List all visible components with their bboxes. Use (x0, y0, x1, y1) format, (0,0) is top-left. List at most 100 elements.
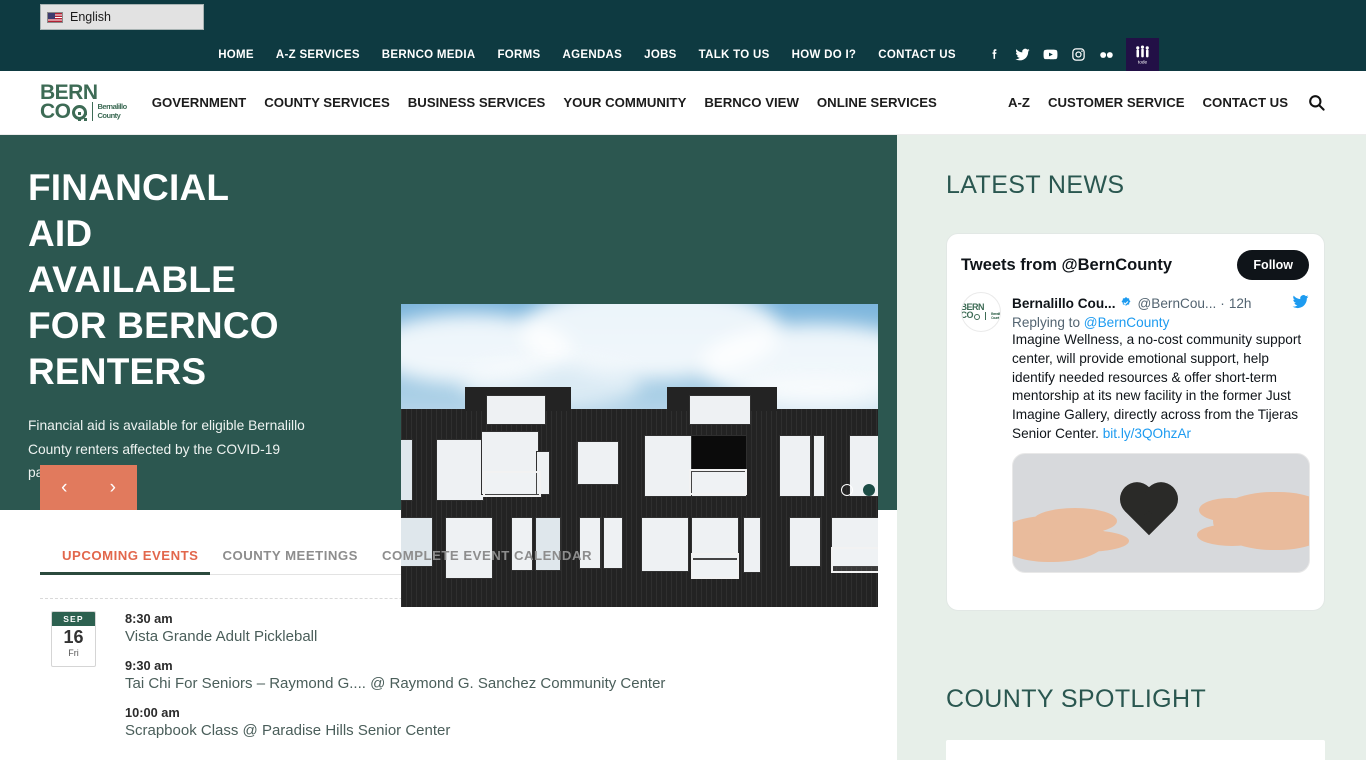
language-label: English (70, 10, 111, 24)
tweet-replying-prefix: Replying to (1012, 315, 1084, 330)
county-spotlight-card[interactable] (946, 740, 1325, 768)
event-title[interactable]: Vista Grande Adult Pickleball (125, 628, 665, 645)
bernco-logo[interactable]: BERN CO Bernalillo County (40, 83, 128, 123)
sidebar: LATEST NEWS Tweets from @BernCounty Foll… (897, 135, 1366, 768)
top-nav-bernco-media[interactable]: BERNCO MEDIA (371, 48, 487, 62)
tweet-author-line: Bernalillo Cou... @BernCou... · 12h (1012, 292, 1310, 314)
main-content-column: FINANCIAL AID AVAILABLE FOR BERNCO RENTE… (0, 135, 897, 760)
county-spotlight-section: COUNTY SPOTLIGHT (946, 685, 1325, 768)
logo-subtext: Bernalillo County (91, 101, 128, 121)
nav-bernco-view[interactable]: BERNCO VIEW (695, 95, 808, 110)
logo-text: BERN CO Bernalillo County (40, 83, 128, 123)
avatar-seal-icon (974, 313, 981, 320)
tweet-reply-line: Replying to @BernCounty (1012, 315, 1310, 330)
hero-title-line-4: FOR BERNCO (28, 304, 279, 346)
hero-title-line-2: AID (28, 212, 93, 254)
heart-icon (1125, 486, 1174, 535)
nav-government[interactable]: GOVERNMENT (143, 95, 256, 110)
flickr-icon[interactable] (1093, 41, 1121, 69)
top-nav-forms[interactable]: FORMS (486, 48, 551, 62)
tab-county-meetings[interactable]: COUNTY MEETINGS (210, 548, 369, 574)
hero-text-block: FINANCIAL AID AVAILABLE FOR BERNCO RENTE… (0, 165, 360, 510)
top-nav-agendas[interactable]: AGENDAS (552, 48, 634, 62)
tweet-separator: · (1220, 295, 1225, 311)
search-icon[interactable] (1307, 93, 1326, 112)
county-seal-icon (71, 104, 87, 120)
building-graphic (401, 387, 878, 607)
top-nav-contact-us[interactable]: CONTACT US (867, 48, 967, 62)
tweet: BERN CO Bernalillo County Bernalillo Cou… (947, 292, 1324, 573)
nav-county-services[interactable]: COUNTY SERVICES (255, 95, 399, 110)
event-time: 8:30 am (125, 611, 173, 626)
twitter-icon[interactable] (1009, 41, 1037, 69)
carousel-next-button[interactable]: › (89, 465, 138, 510)
tweet-body: Imagine Wellness, a no-cost community su… (1012, 331, 1310, 444)
carousel-dots (841, 484, 875, 496)
social-links: tode (981, 38, 1159, 71)
primary-nav: GOVERNMENT COUNTY SERVICES BUSINESS SERV… (143, 95, 946, 110)
avatar-logo-line-2: CO (961, 309, 974, 320)
nav-your-community[interactable]: YOUR COMMUNITY (554, 95, 695, 110)
language-selector[interactable]: English (40, 4, 204, 30)
hero-title: FINANCIAL AID AVAILABLE FOR BERNCO RENTE… (28, 165, 340, 394)
event-date-weekday: Fri (68, 647, 79, 658)
tab-upcoming-events[interactable]: UPCOMING EVENTS (40, 548, 211, 575)
avatar: BERN CO Bernalillo County (961, 292, 1001, 332)
logo-sub-2: County (97, 111, 121, 121)
event-items: 8:30 am Vista Grande Adult Pickleball 9:… (125, 611, 665, 752)
hero-title-line-5: RENTERS (28, 350, 207, 392)
verified-badge-icon (1119, 296, 1133, 310)
top-nav-how-do-i[interactable]: HOW DO I? (781, 48, 868, 62)
event-date-day: 16 (63, 627, 84, 647)
hero-title-line-3: AVAILABLE (28, 258, 237, 300)
nextdoor-icon[interactable]: tode (1125, 38, 1159, 71)
tweet-media-image[interactable] (1012, 452, 1310, 573)
logo-line-2: CO (40, 99, 71, 123)
carousel-controls: ‹ › (40, 465, 137, 510)
tweet-handle[interactable]: @BernCou... (1137, 296, 1216, 311)
instagram-icon[interactable] (1065, 41, 1093, 69)
twitter-bird-icon[interactable] (1291, 292, 1310, 314)
nav-a-z[interactable]: A-Z (999, 95, 1039, 110)
events-list: SEP 16 Fri 8:30 am Vista Grande Adult Pi… (40, 598, 857, 752)
hero-carousel: FINANCIAL AID AVAILABLE FOR BERNCO RENTE… (0, 135, 897, 607)
event-date-badge: SEP 16 Fri (51, 611, 96, 667)
event-title[interactable]: Scrapbook Class @ Paradise Hills Senior … (125, 722, 665, 739)
tweet-timestamp: 12h (1228, 295, 1252, 311)
list-item: 8:30 am Vista Grande Adult Pickleball (125, 611, 665, 645)
facebook-icon[interactable] (981, 41, 1009, 69)
tweet-display-name[interactable]: Bernalillo Cou... (1012, 296, 1115, 311)
youtube-icon[interactable] (1037, 41, 1065, 69)
svg-text:tode: tode (1138, 59, 1148, 65)
top-nav-a-z-services[interactable]: A-Z SERVICES (265, 48, 371, 62)
event-date-month: SEP (52, 612, 95, 626)
event-title[interactable]: Tai Chi For Seniors – Raymond G.... @ Ra… (125, 675, 665, 692)
tweet-link[interactable]: bit.ly/3QOhzAr (1103, 426, 1191, 441)
event-time: 9:30 am (125, 658, 173, 673)
follow-button[interactable]: Follow (1237, 250, 1309, 280)
page-body: FINANCIAL AID AVAILABLE FOR BERNCO RENTE… (0, 135, 1366, 768)
hero-title-line-1: FINANCIAL (28, 167, 230, 208)
nav-customer-service[interactable]: CUSTOMER SERVICE (1039, 95, 1194, 110)
nav-business-services[interactable]: BUSINESS SERVICES (399, 95, 555, 110)
top-nav-jobs[interactable]: JOBS (633, 48, 688, 62)
list-item: 10:00 am Scrapbook Class @ Paradise Hill… (125, 705, 665, 739)
us-flag-icon (47, 11, 63, 23)
carousel-dot-1[interactable] (841, 484, 853, 496)
top-nav-talk-to-us[interactable]: TALK TO US (688, 48, 781, 62)
twitter-widget-title: Tweets from @BernCounty (961, 255, 1173, 274)
top-nav-home[interactable]: HOME (207, 48, 265, 62)
tweet-body-text: Imagine Wellness, a no-cost community su… (1012, 332, 1302, 441)
nav-contact-us[interactable]: CONTACT US (1194, 95, 1297, 110)
carousel-dot-2[interactable] (863, 484, 875, 496)
secondary-nav: A-Z CUSTOMER SERVICE CONTACT US (999, 93, 1326, 112)
tweet-replying-to-handle[interactable]: @BernCounty (1084, 315, 1170, 330)
twitter-widget-header: Tweets from @BernCounty Follow (947, 234, 1324, 292)
top-nav: HOME A-Z SERVICES BERNCO MEDIA FORMS AGE… (0, 38, 1366, 71)
logo-sub-1: Bernalillo (97, 101, 128, 111)
carousel-prev-button[interactable]: ‹ (40, 465, 89, 510)
tab-complete-event-calendar[interactable]: COMPLETE EVENT CALENDAR (370, 548, 604, 574)
avatar-logo-sub-2: County (991, 315, 1000, 320)
nav-online-services[interactable]: ONLINE SERVICES (808, 95, 946, 110)
main-navigation: BERN CO Bernalillo County GOVERNMENT COU… (0, 71, 1366, 135)
